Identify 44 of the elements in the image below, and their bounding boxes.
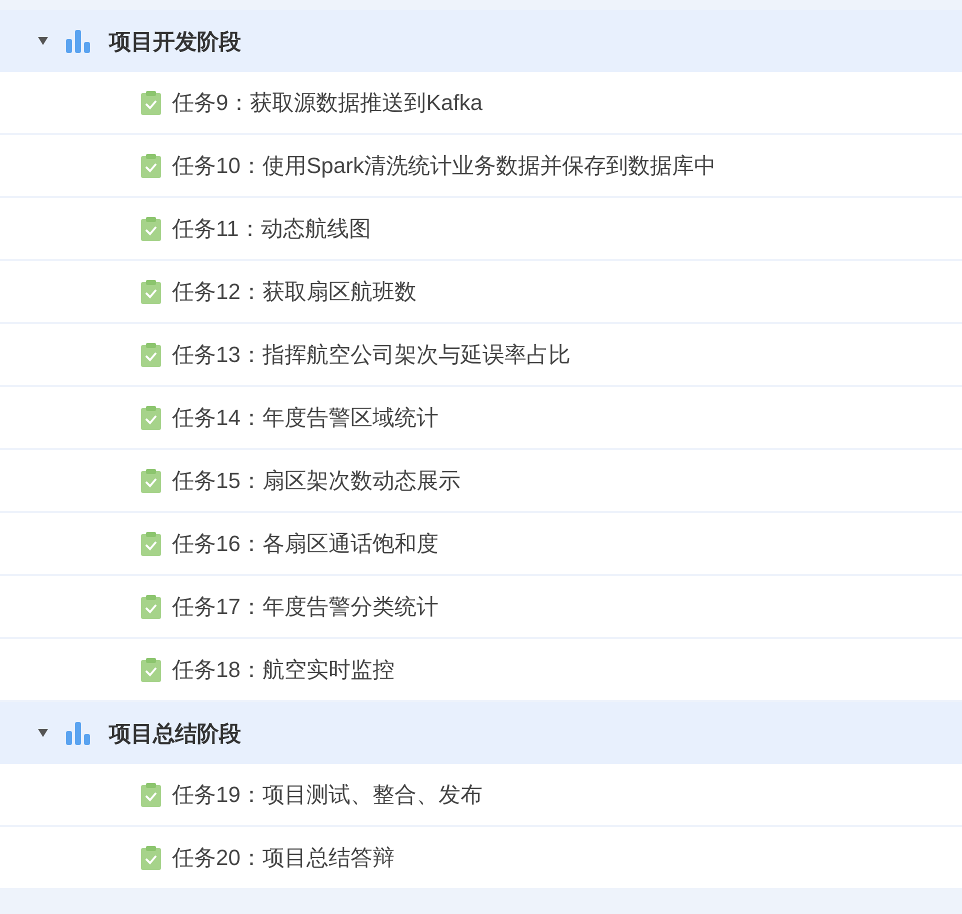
task-title: 任务18：航空实时监控: [172, 656, 394, 684]
group-header[interactable]: 项目开发阶段: [0, 10, 962, 72]
task-title: 任务10：使用Spark清洗统计业务数据并保存到数据库中: [172, 152, 716, 180]
clipboard-check-icon: [140, 216, 162, 242]
task-row[interactable]: 任务16：各扇区通话饱和度: [0, 513, 962, 574]
task-row[interactable]: 任务13：指挥航空公司架次与延误率占比: [0, 324, 962, 385]
clipboard-check-icon: [140, 530, 162, 556]
task-row[interactable]: 任务12：获取扇区航班数: [0, 261, 962, 322]
clipboard-check-icon: [140, 594, 162, 620]
task-row[interactable]: 任务11：动态航线图: [0, 198, 962, 259]
task-title: 任务14：年度告警区域统计: [172, 404, 438, 432]
task-title: 任务11：动态航线图: [172, 215, 371, 243]
clipboard-check-icon: [140, 152, 162, 178]
task-title: 任务17：年度告警分类统计: [172, 593, 438, 621]
task-title: 任务16：各扇区通话饱和度: [172, 530, 438, 558]
clipboard-check-icon: [140, 844, 162, 870]
clipboard-check-icon: [140, 656, 162, 682]
task-row[interactable]: 任务9：获取源数据推送到Kafka: [0, 72, 962, 133]
task-title: 任务9：获取源数据推送到Kafka: [172, 89, 482, 117]
clipboard-check-icon: [140, 404, 162, 430]
task-title: 任务19：项目测试、整合、发布: [172, 781, 482, 809]
task-row[interactable]: 任务18：航空实时监控: [0, 639, 962, 700]
task-row[interactable]: 任务19：项目测试、整合、发布: [0, 764, 962, 825]
clipboard-check-icon: [140, 782, 162, 808]
task-title: 任务13：指挥航空公司架次与延误率占比: [172, 341, 570, 369]
task-title: 任务20：项目总结答辩: [172, 844, 394, 872]
task-row[interactable]: 任务15：扇区架次数动态展示: [0, 450, 962, 511]
clipboard-check-icon: [140, 90, 162, 116]
caret-icon[interactable]: [37, 728, 49, 738]
group-title: 项目总结阶段: [109, 720, 241, 748]
group-header[interactable]: 项目总结阶段: [0, 702, 962, 764]
clipboard-check-icon: [140, 468, 162, 494]
bar-chart-icon: [65, 721, 93, 745]
task-row[interactable]: 任务17：年度告警分类统计: [0, 576, 962, 637]
task-title: 任务12：获取扇区航班数: [172, 278, 416, 306]
task-row[interactable]: 任务10：使用Spark清洗统计业务数据并保存到数据库中: [0, 135, 962, 196]
caret-icon[interactable]: [37, 36, 49, 46]
task-row[interactable]: 任务14：年度告警区域统计: [0, 387, 962, 448]
group-title: 项目开发阶段: [109, 28, 241, 56]
task-row[interactable]: 任务20：项目总结答辩: [0, 827, 962, 888]
clipboard-check-icon: [140, 342, 162, 368]
task-title: 任务15：扇区架次数动态展示: [172, 467, 460, 495]
bar-chart-icon: [65, 29, 93, 53]
clipboard-check-icon: [140, 278, 162, 304]
